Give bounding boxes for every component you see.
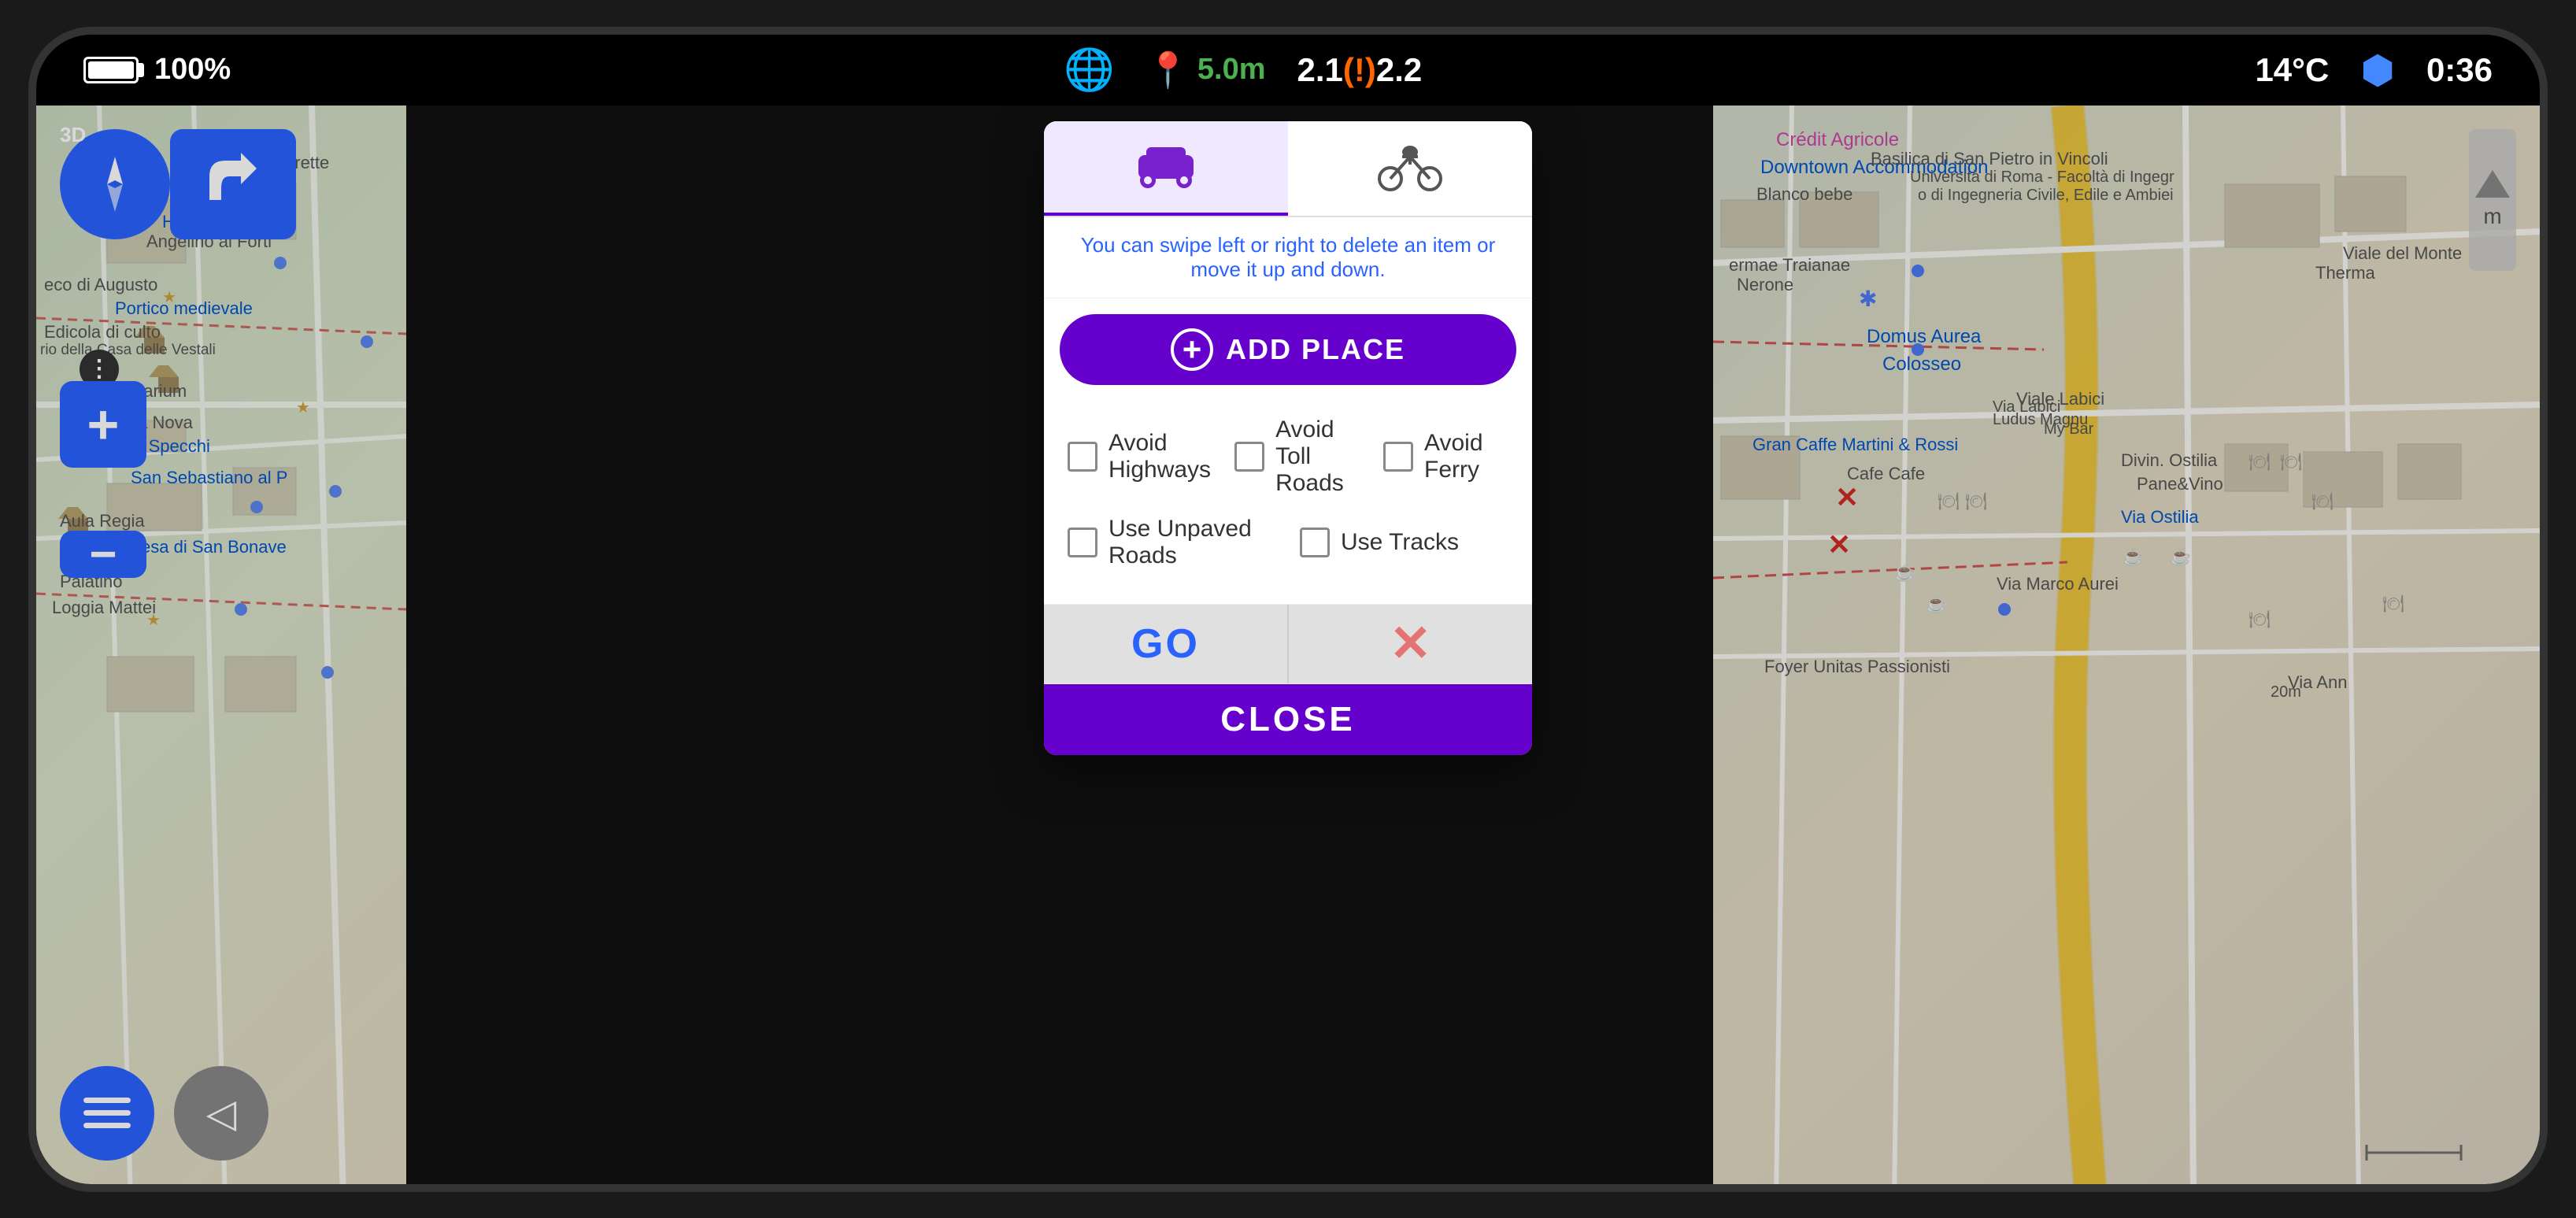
avoid-highways-label: AvoidHighways [1108, 430, 1211, 483]
map-container: ★ ★ ★ Alle Carrette Bairr [36, 106, 2540, 1184]
clock: 0:36 [2426, 51, 2493, 89]
add-place-circle-icon: + [1171, 328, 1213, 371]
bike-mode-tab[interactable] [1288, 121, 1532, 216]
battery-icon [83, 57, 139, 83]
avoid-ferry-checkbox[interactable] [1383, 442, 1413, 472]
battery-percent: 100% [154, 53, 231, 87]
avoid-toll-label: Avoid TollRoads [1275, 416, 1360, 497]
status-center: 🌐 📍 5.0m 2.1(!)2.2 [1064, 46, 1422, 94]
use-unpaved-label: Use Unpaved Roads [1108, 516, 1276, 569]
transport-mode-tabs [1044, 121, 1532, 217]
add-place-label: ADD PLACE [1226, 333, 1405, 366]
status-bar: 100% 🌐 📍 5.0m 2.1(!)2.2 14°C ⬢ 0:36 [36, 35, 2540, 106]
speed-limit: 2.2 [1376, 51, 1422, 88]
cancel-icon: ✕ [1390, 614, 1432, 673]
avoid-highways-checkbox[interactable] [1068, 442, 1097, 472]
car-icon [1131, 139, 1201, 194]
temperature: 14°C [2255, 51, 2329, 89]
swipe-hint: You can swipe left or right to delete an… [1044, 217, 1532, 298]
use-unpaved-checkbox[interactable] [1068, 528, 1097, 557]
bluetooth-icon: ⬢ [2360, 47, 2395, 93]
status-left: 100% [83, 53, 231, 87]
speed-display: 2.1(!)2.2 [1297, 51, 1423, 89]
route-options-area: AvoidHighways Avoid TollRoads Avoid Ferr… [1044, 401, 1532, 605]
battery-fill [88, 61, 134, 79]
action-buttons-row: GO ✕ [1044, 605, 1532, 684]
close-label: CLOSE [1220, 700, 1356, 739]
use-tracks-label: Use Tracks [1341, 529, 1459, 556]
options-row-1: AvoidHighways Avoid TollRoads Avoid Ferr… [1068, 416, 1508, 497]
avoid-ferry-option: Avoid Ferry [1383, 430, 1508, 483]
use-unpaved-option: Use Unpaved Roads [1068, 516, 1276, 569]
avoid-toll-option: Avoid TollRoads [1234, 416, 1360, 497]
status-right: 14°C ⬢ 0:36 [2255, 47, 2493, 93]
current-speed: 2.1 [1297, 51, 1343, 88]
device-frame: 100% 🌐 📍 5.0m 2.1(!)2.2 14°C ⬢ 0:36 [28, 27, 2548, 1192]
avoid-highways-option: AvoidHighways [1068, 430, 1211, 483]
battery-body [83, 57, 139, 83]
close-button[interactable]: CLOSE [1044, 684, 1532, 755]
gps-info: 📍 5.0m [1146, 50, 1265, 91]
avoid-toll-checkbox[interactable] [1234, 442, 1264, 472]
route-options-dialog: You can swipe left or right to delete an… [1044, 121, 1532, 755]
use-tracks-option: Use Tracks [1300, 528, 1508, 557]
cancel-button[interactable]: ✕ [1289, 605, 1532, 683]
add-place-button[interactable]: + ADD PLACE [1060, 314, 1516, 385]
globe-icon: 🌐 [1064, 46, 1115, 94]
go-button[interactable]: GO [1044, 605, 1289, 683]
car-mode-tab[interactable] [1044, 121, 1288, 216]
go-label: GO [1131, 620, 1200, 668]
bike-icon [1375, 141, 1445, 196]
avoid-ferry-label: Avoid Ferry [1424, 430, 1508, 483]
gps-pin-icon: 📍 [1146, 50, 1190, 91]
options-row-2: Use Unpaved Roads Use Tracks [1068, 516, 1508, 569]
gps-accuracy: 5.0m [1197, 53, 1266, 87]
modal-overlay: You can swipe left or right to delete an… [36, 106, 2540, 1184]
speed-warning: (!) [1343, 51, 1376, 88]
use-tracks-checkbox[interactable] [1300, 528, 1330, 557]
